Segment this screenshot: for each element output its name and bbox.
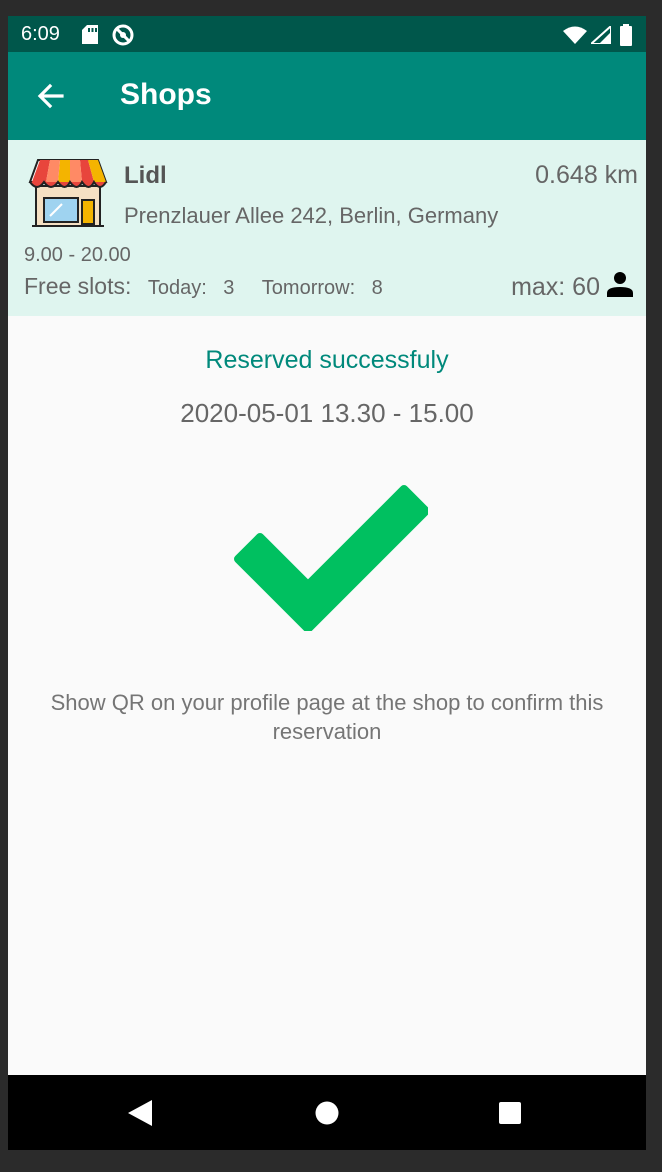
reservation-status: Reserved successfuly bbox=[205, 346, 449, 374]
back-arrow-icon[interactable] bbox=[36, 81, 66, 111]
today-slots-value: 3 bbox=[223, 277, 235, 299]
nav-home-icon[interactable] bbox=[315, 1101, 339, 1130]
shop-card[interactable]: Lidl 0.648 km Prenzlauer Allee 242, Berl… bbox=[8, 140, 646, 316]
sd-card-icon bbox=[82, 25, 98, 49]
reservation-slot: 2020-05-01 13.30 - 15.00 bbox=[180, 398, 474, 428]
shop-address: Prenzlauer Allee 242, Berlin, Germany bbox=[124, 203, 499, 228]
tomorrow-slots-value: 8 bbox=[371, 277, 383, 299]
free-slots-row: Free slots: Today: 3 Tomorrow: 8 bbox=[24, 273, 383, 300]
status-bar: 6:09 bbox=[8, 16, 646, 52]
wifi-icon bbox=[563, 26, 587, 49]
battery-icon bbox=[620, 24, 632, 51]
max-capacity: max: 60 bbox=[511, 270, 634, 305]
shop-hours: 9.00 - 20.00 bbox=[24, 244, 131, 266]
tomorrow-label: Tomorrow: bbox=[261, 277, 356, 299]
nav-back-icon[interactable] bbox=[128, 1100, 152, 1131]
phone-screen: 6:09 Shops Lidl 0.648 km Prenzlauer Alle… bbox=[8, 16, 646, 1150]
navigation-bar bbox=[8, 1075, 646, 1150]
qr-instruction-text: Show QR on your profile page at the shop… bbox=[50, 690, 604, 744]
shop-storefront-icon bbox=[28, 156, 108, 233]
status-time: 6:09 bbox=[21, 23, 60, 45]
shop-distance: 0.648 km bbox=[535, 161, 638, 189]
free-slots-label: Free slots: bbox=[24, 273, 132, 299]
cellular-signal-icon bbox=[588, 23, 612, 49]
nav-recents-icon[interactable] bbox=[498, 1101, 522, 1130]
shop-name: Lidl bbox=[124, 162, 167, 189]
page-title: Shops bbox=[120, 78, 212, 111]
today-label: Today: bbox=[147, 277, 207, 299]
app-bar: Shops bbox=[8, 52, 646, 140]
person-icon bbox=[606, 270, 634, 305]
checkmark-icon bbox=[228, 479, 430, 636]
do-not-disturb-icon bbox=[112, 24, 134, 51]
max-capacity-label: max: 60 bbox=[511, 273, 600, 301]
